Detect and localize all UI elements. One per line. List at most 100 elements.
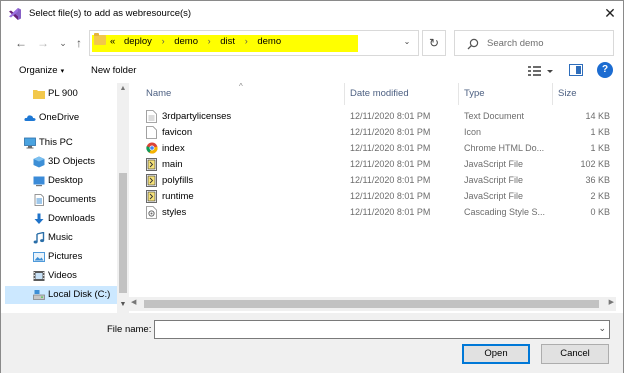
column-headers: ^ Name Date modified Type Size <box>132 82 616 105</box>
folder-icon <box>33 90 45 99</box>
cube-icon <box>33 156 45 168</box>
chrome-icon <box>146 142 158 154</box>
recent-locations-button[interactable]: ⌄ <box>55 34 71 52</box>
breadcrumb-separator[interactable]: › <box>162 36 165 46</box>
file-date: 12/11/2020 8:01 PM <box>350 127 431 137</box>
download-icon <box>34 213 44 224</box>
scroll-up-icon[interactable]: ▲ <box>117 83 129 95</box>
sidebar-item-label: PL 900 <box>48 88 78 99</box>
file-name-label: File name: <box>107 324 152 335</box>
search-box[interactable]: Search demo <box>454 30 614 56</box>
column-header-name[interactable]: Name <box>146 88 171 99</box>
sidebar-item-label: Music <box>48 232 73 243</box>
sidebar-item-pl900[interactable]: PL 900 <box>1 85 117 103</box>
file-size: 14 KB <box>585 111 610 121</box>
horizontal-scroll-thumb[interactable] <box>144 300 599 308</box>
file-name-field[interactable]: ⌄ <box>154 320 610 339</box>
file-row[interactable]: index 12/11/2020 8:01 PM Chrome HTML Do.… <box>132 141 616 157</box>
open-button[interactable]: Open <box>462 344 530 364</box>
new-folder-button[interactable]: New folder <box>91 65 136 76</box>
sidebar-item-pictures[interactable]: Pictures <box>1 248 117 266</box>
change-view-icon[interactable] <box>526 63 556 79</box>
file-row[interactable]: styles 12/11/2020 8:01 PM Cascading Styl… <box>132 205 616 221</box>
file-row[interactable]: polyfills 12/11/2020 8:01 PM JavaScript … <box>132 173 616 189</box>
breadcrumb-deploy[interactable]: deploy <box>124 36 152 47</box>
videos-icon <box>33 271 45 281</box>
sidebar-item-documents[interactable]: Documents <box>1 191 117 209</box>
up-button[interactable]: ↑ <box>71 34 87 52</box>
cancel-button[interactable]: Cancel <box>541 344 609 364</box>
file-date: 12/11/2020 8:01 PM <box>350 207 431 217</box>
search-placeholder: Search demo <box>487 38 544 49</box>
sidebar-item-label: This PC <box>39 137 73 148</box>
title-bar: Select file(s) to add as webresource(s) … <box>1 1 623 26</box>
css-file-icon <box>146 206 157 219</box>
breadcrumb-overflow[interactable]: « <box>110 36 115 47</box>
file-type: JavaScript File <box>464 175 524 185</box>
file-dialog: Select file(s) to add as webresource(s) … <box>0 0 624 373</box>
sidebar-item-label: Documents <box>48 194 97 205</box>
file-date: 12/11/2020 8:01 PM <box>350 111 431 121</box>
window-title: Select file(s) to add as webresource(s) <box>29 8 192 19</box>
forward-button[interactable]: → <box>35 34 51 52</box>
scroll-down-icon[interactable]: ▼ <box>117 299 129 311</box>
sidebar-item-local-disk[interactable]: Local Disk (C:) <box>5 286 117 304</box>
file-row[interactable]: runtime 12/11/2020 8:01 PM JavaScript Fi… <box>132 189 616 205</box>
sidebar-item-label: Pictures <box>48 251 83 262</box>
sidebar-item-downloads[interactable]: Downloads <box>1 210 117 228</box>
scroll-left-icon[interactable]: ◀ <box>131 298 136 306</box>
sidebar-item-desktop[interactable]: Desktop <box>1 172 117 190</box>
address-dropdown-button[interactable]: ⌄ <box>400 37 414 51</box>
refresh-button[interactable]: ↻ <box>422 30 446 56</box>
navigation-pane: PL 900 OneDrive This PC 3D Objects Deskt… <box>1 83 129 313</box>
sidebar-scrollbar[interactable]: ▲ ▼ <box>117 83 129 313</box>
sidebar-item-videos[interactable]: Videos <box>1 267 117 285</box>
sidebar-item-label: Desktop <box>48 175 83 186</box>
file-row[interactable]: main 12/11/2020 8:01 PM JavaScript File … <box>132 157 616 173</box>
back-button[interactable]: ← <box>13 34 29 52</box>
sidebar-item-3d-objects[interactable]: 3D Objects <box>1 153 117 171</box>
cloud-icon <box>24 115 36 121</box>
horizontal-scrollbar[interactable]: ◀ ▶ <box>129 297 616 311</box>
organize-label: Organize <box>19 65 58 76</box>
help-icon[interactable]: ? <box>597 62 613 78</box>
column-header-type[interactable]: Type <box>464 88 485 99</box>
address-bar[interactable]: « deploy › demo › dist › demo ⌄ <box>89 30 419 56</box>
chevron-down-icon[interactable]: ⌄ <box>598 323 606 334</box>
sidebar-scroll-thumb[interactable] <box>119 173 127 293</box>
column-divider[interactable] <box>344 83 345 105</box>
breadcrumb-separator[interactable]: › <box>245 36 248 46</box>
sidebar-item-music[interactable]: Music <box>1 229 117 247</box>
scroll-right-icon[interactable]: ▶ <box>609 298 614 306</box>
column-divider[interactable] <box>458 83 459 105</box>
file-date: 12/11/2020 8:01 PM <box>350 175 431 185</box>
file-size: 36 KB <box>585 175 610 185</box>
file-row[interactable]: 3rdpartylicenses 12/11/2020 8:01 PM Text… <box>132 109 616 125</box>
sidebar-item-this-pc[interactable]: This PC <box>1 134 117 152</box>
js-file-icon <box>146 190 157 203</box>
file-name: runtime <box>162 191 194 202</box>
file-date: 12/11/2020 8:01 PM <box>350 191 431 201</box>
file-type: JavaScript File <box>464 191 524 201</box>
file-name: styles <box>162 207 187 218</box>
breadcrumb-demo-current[interactable]: demo <box>257 36 281 47</box>
preview-pane-icon[interactable] <box>569 64 583 76</box>
sidebar-item-onedrive[interactable]: OneDrive <box>1 109 117 127</box>
js-file-icon <box>146 158 157 171</box>
close-button[interactable]: ✕ <box>597 3 623 23</box>
file-name: favicon <box>162 127 193 138</box>
navigation-bar: ← → ⌄ ↑ « deploy › demo › dist › demo ⌄ … <box>1 29 623 57</box>
organize-button[interactable]: Organize ▾ <box>19 65 64 76</box>
file-list: ^ Name Date modified Type Size 3rdpartyl… <box>132 82 616 313</box>
file-type: Cascading Style S... <box>464 207 546 217</box>
breadcrumb: « deploy › demo › dist › demo <box>110 36 281 47</box>
breadcrumb-separator[interactable]: › <box>208 36 211 46</box>
breadcrumb-demo[interactable]: demo <box>174 36 198 47</box>
file-type: Icon <box>464 127 482 137</box>
file-row[interactable]: favicon 12/11/2020 8:01 PM Icon 1 KB <box>132 125 616 141</box>
breadcrumb-dist[interactable]: dist <box>220 36 235 47</box>
column-header-size[interactable]: Size <box>558 88 576 99</box>
column-header-date-modified[interactable]: Date modified <box>350 88 409 99</box>
column-divider[interactable] <box>552 83 553 105</box>
chevron-down-icon: ▾ <box>60 68 65 75</box>
